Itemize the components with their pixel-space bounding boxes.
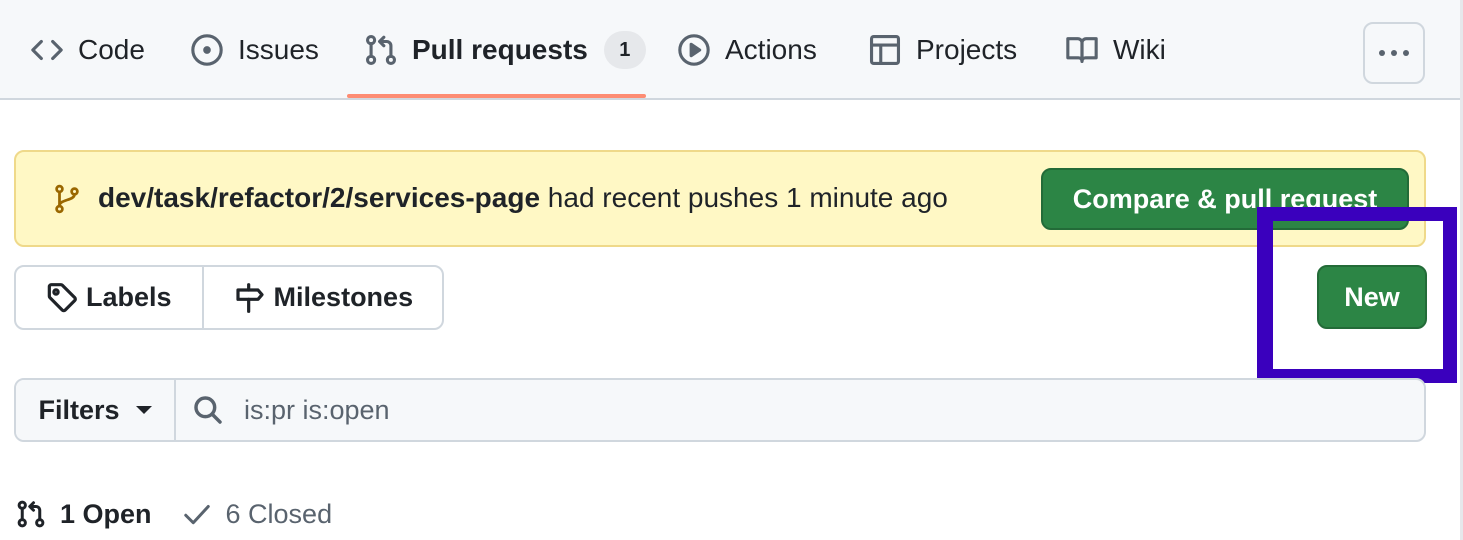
tab-issues-label: Issues <box>238 34 319 65</box>
tab-wiki[interactable]: Wiki <box>1065 0 1166 100</box>
labels-button[interactable]: Labels <box>16 267 202 328</box>
table-icon <box>869 34 901 66</box>
tab-actions-label: Actions <box>725 34 817 65</box>
labels-button-label: Labels <box>86 282 172 312</box>
tab-pull-requests-label: Pull requests <box>412 34 588 65</box>
search-icon <box>194 396 222 424</box>
labels-milestones-group: Labels Milestones <box>14 265 444 330</box>
open-prs-link[interactable]: 1 Open <box>16 499 152 530</box>
book-icon <box>1066 37 1098 63</box>
push-info: had recent pushes 1 minute ago <box>540 182 948 213</box>
filters-dropdown[interactable]: Filters <box>16 380 176 440</box>
search-wrapper <box>176 380 1424 440</box>
milestones-button-label: Milestones <box>273 282 414 312</box>
recent-push-message: dev/task/refactor/2/services-page had re… <box>98 182 948 214</box>
more-tabs-button[interactable] <box>1363 22 1425 84</box>
git-pull-request-icon <box>365 34 397 66</box>
recent-push-banner: dev/task/refactor/2/services-page had re… <box>14 150 1426 247</box>
branch-name: dev/task/refactor/2/services-page <box>98 182 541 213</box>
pull-requests-counter: 1 <box>603 31 646 69</box>
closed-prs-label: 6 Closed <box>225 498 333 529</box>
tab-wiki-label: Wiki <box>1113 34 1166 65</box>
milestones-button[interactable]: Milestones <box>201 267 444 328</box>
tab-actions[interactable]: Actions <box>677 0 817 100</box>
tag-icon <box>47 282 77 312</box>
new-pull-request-button[interactable]: New <box>1317 265 1427 329</box>
tab-projects[interactable]: Projects <box>868 0 1017 100</box>
git-branch-icon <box>55 184 79 214</box>
tab-issues[interactable]: Issues <box>190 0 319 100</box>
tab-pull-requests[interactable]: Pull requests 1 <box>364 0 646 100</box>
milestone-icon <box>235 282 264 313</box>
search-input[interactable] <box>242 393 1346 427</box>
filters-label: Filters <box>38 394 120 425</box>
repo-tab-bar: Code Issues Pull requests 1 Actions Proj… <box>0 0 1460 100</box>
compare-pull-request-button[interactable]: Compare & pull request <box>1041 168 1409 230</box>
closed-prs-link[interactable]: 6 Closed <box>182 498 333 530</box>
active-tab-indicator <box>347 94 646 98</box>
pr-state-toggle: 1 Open 6 Closed <box>16 494 362 534</box>
git-pull-request-icon <box>17 500 45 528</box>
tab-code-label: Code <box>78 34 145 65</box>
issue-opened-icon <box>191 34 223 66</box>
tab-projects-label: Projects <box>916 34 1018 65</box>
open-prs-label: 1 Open <box>60 498 152 529</box>
kebab-horizontal-icon <box>1379 50 1409 56</box>
caret-down-icon <box>135 406 152 414</box>
code-icon <box>31 39 63 61</box>
filter-bar: Filters <box>14 378 1426 442</box>
tab-code[interactable]: Code <box>30 0 145 100</box>
play-icon <box>678 34 710 66</box>
check-icon <box>183 505 210 525</box>
